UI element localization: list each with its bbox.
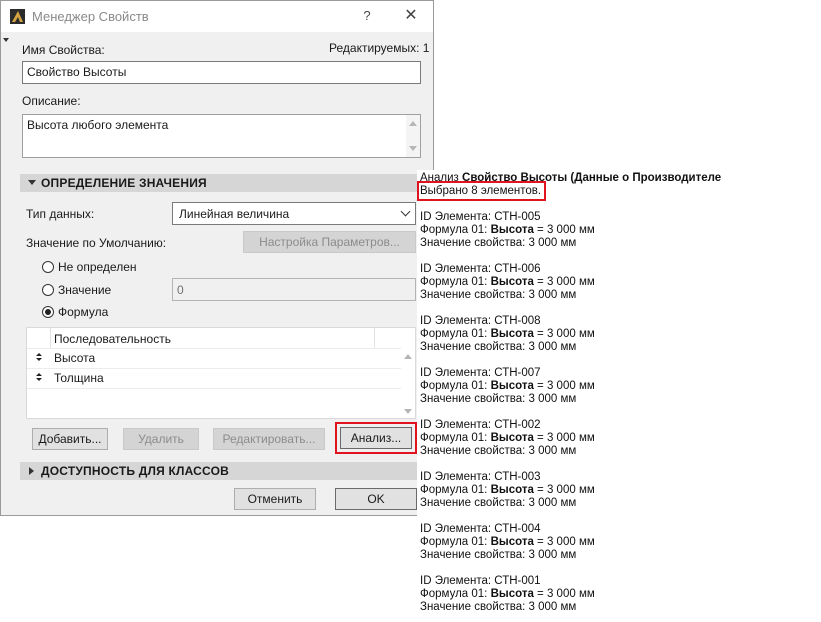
chevron-down-icon: [400, 206, 411, 217]
list-item[interactable]: Высота: [54, 351, 95, 365]
description-textarea[interactable]: Высота любого элемента: [22, 114, 421, 158]
editable-count: Редактируемых: 1: [329, 41, 430, 55]
formula-line: Формула 01: Высота = 3 000 мм: [420, 276, 595, 288]
description-value: Высота любого элемента: [27, 118, 169, 132]
element-id-line: ID Элемента: СТН-006: [420, 263, 541, 275]
property-value-line: Значение свойства: 3 000 мм: [420, 289, 577, 301]
row-divider: [27, 388, 401, 389]
property-value-line: Значение свойства: 3 000 мм: [420, 497, 577, 509]
element-id-line: ID Элемента: СТН-004: [420, 523, 541, 535]
row-divider: [27, 348, 401, 349]
element-id-line: ID Элемента: СТН-003: [420, 471, 541, 483]
property-value-line: Значение свойства: 3 000 мм: [420, 237, 577, 249]
property-value-line: Значение свойства: 3 000 мм: [420, 393, 577, 405]
element-id-line: ID Элемента: СТН-008: [420, 315, 541, 327]
radio-formula-label[interactable]: Формула: [58, 305, 108, 319]
settings-parameters-button[interactable]: Настройка Параметров...: [243, 231, 416, 253]
analyze-button[interactable]: Анализ...: [340, 427, 412, 449]
data-type-label: Тип данных:: [26, 207, 95, 221]
formula-line: Формула 01: Высота = 3 000 мм: [420, 484, 595, 496]
reorder-handle-icon[interactable]: [36, 373, 44, 383]
data-type-select[interactable]: Линейная величина: [172, 202, 416, 225]
property-value-line: Значение свойства: 3 000 мм: [420, 601, 577, 613]
radio-undefined[interactable]: [42, 261, 54, 273]
value-input-text: 0: [177, 283, 184, 297]
element-id-line: ID Элемента: СТН-007: [420, 367, 541, 379]
element-id-line: ID Элемента: СТН-002: [420, 419, 541, 431]
close-icon[interactable]: ✕: [401, 6, 421, 26]
title-bar[interactable]: Менеджер Свойств ? ✕: [1, 1, 433, 32]
data-type-value: Линейная величина: [179, 207, 290, 221]
dialog-title: Менеджер Свойств: [32, 9, 149, 24]
property-name-input[interactable]: Свойство Высоты: [22, 61, 421, 84]
cancel-button[interactable]: Отменить: [234, 488, 316, 510]
value-input[interactable]: 0: [172, 278, 416, 301]
property-manager-dialog: Менеджер Свойств ? ✕ Имя Свойства: Редак…: [0, 0, 434, 516]
selected-count: Выбрано 8 элементов.: [420, 185, 542, 197]
scroll-down-icon[interactable]: [404, 409, 412, 414]
radio-formula[interactable]: [42, 306, 54, 318]
reorder-handle-icon[interactable]: [36, 353, 44, 363]
radio-value-label[interactable]: Значение: [58, 283, 111, 297]
property-name-label: Имя Свойства:: [22, 43, 105, 57]
formula-line: Формула 01: Высота = 3 000 мм: [420, 536, 595, 548]
app-logo-icon: [10, 9, 25, 24]
radio-undefined-label[interactable]: Не определен: [58, 260, 137, 274]
column-divider: [50, 328, 51, 348]
description-scrollbar[interactable]: [406, 115, 420, 157]
scroll-down-icon[interactable]: [409, 146, 417, 151]
description-label: Описание:: [22, 94, 81, 108]
ok-button[interactable]: OK: [335, 488, 417, 510]
property-value-line: Значение свойства: 3 000 мм: [420, 549, 577, 561]
delete-button[interactable]: Удалить: [123, 428, 199, 450]
property-value-line: Значение свойства: 3 000 мм: [420, 445, 577, 457]
column-divider: [374, 328, 375, 348]
property-value-line: Значение свойства: 3 000 мм: [420, 341, 577, 353]
section-class-availability[interactable]: ДОСТУПНОСТЬ ДЛЯ КЛАССОВ: [20, 462, 417, 480]
formula-sequence-list: Последовательность Высота Толщина: [26, 327, 416, 419]
row-divider: [27, 368, 401, 369]
section-value-label: ОПРЕДЕЛЕНИЕ ЗНАЧЕНИЯ: [41, 176, 207, 190]
formula-line: Формула 01: Высота = 3 000 мм: [420, 328, 595, 340]
list-scrollbar[interactable]: [401, 348, 415, 418]
list-header: Последовательность: [54, 332, 171, 346]
formula-line: Формула 01: Высота = 3 000 мм: [420, 588, 595, 600]
property-name-value: Свойство Высоты: [27, 65, 127, 79]
radio-value[interactable]: [42, 284, 54, 296]
formula-line: Формула 01: Высота = 3 000 мм: [420, 380, 595, 392]
section-value-definition[interactable]: ОПРЕДЕЛЕНИЕ ЗНАЧЕНИЯ: [20, 174, 417, 192]
formula-line: Формула 01: Высота = 3 000 мм: [420, 224, 595, 236]
default-value-label: Значение по Умолчанию:: [26, 236, 167, 250]
section-classes-label: ДОСТУПНОСТЬ ДЛЯ КЛАССОВ: [41, 464, 229, 478]
formula-line: Формула 01: Высота = 3 000 мм: [420, 432, 595, 444]
list-item[interactable]: Толщина: [54, 371, 104, 385]
scroll-up-icon[interactable]: [409, 121, 417, 126]
collapsed-triangle-icon: [29, 467, 34, 475]
element-id-line: ID Элемента: СТН-005: [420, 211, 541, 223]
expanded-triangle-icon: [28, 180, 36, 185]
add-button[interactable]: Добавить...: [32, 428, 108, 450]
analysis-panel: Анализ Свойство Высоты (Данные о Произво…: [417, 170, 821, 622]
scroll-up-icon[interactable]: [404, 354, 412, 359]
collapse-arrow-icon[interactable]: [3, 38, 9, 42]
element-id-line: ID Элемента: СТН-001: [420, 575, 541, 587]
help-button[interactable]: ?: [357, 6, 377, 26]
edit-button[interactable]: Редактировать...: [213, 428, 325, 450]
